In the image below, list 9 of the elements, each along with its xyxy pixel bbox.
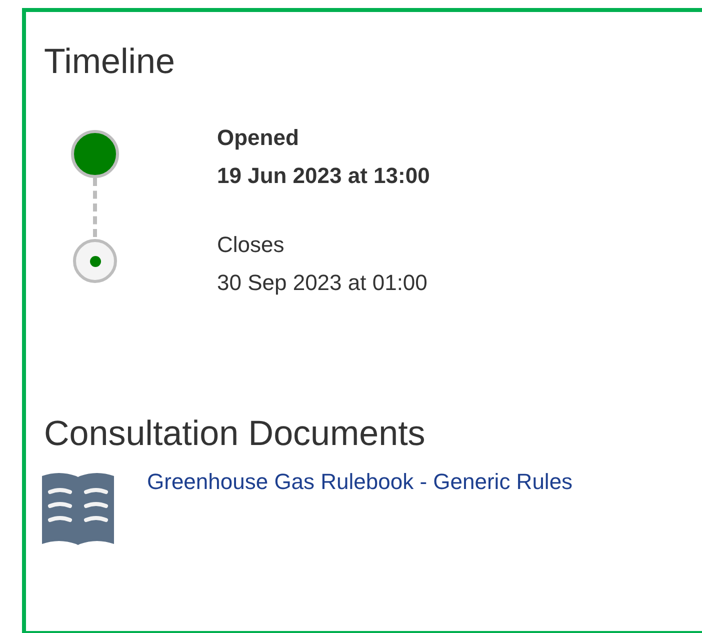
connector-line (93, 178, 97, 237)
event-date: 30 Sep 2023 at 01:00 (217, 269, 428, 297)
open-book-icon (42, 472, 114, 546)
event-date: 19 Jun 2023 at 13:00 (217, 162, 430, 190)
section-heading: Consultation Documents (44, 414, 426, 454)
event-label: Opened (217, 124, 299, 152)
section-heading: Timeline (44, 42, 176, 82)
document-link[interactable]: Greenhouse Gas Rulebook - Generic Rules (147, 466, 573, 498)
event-label: Closes (217, 231, 284, 259)
